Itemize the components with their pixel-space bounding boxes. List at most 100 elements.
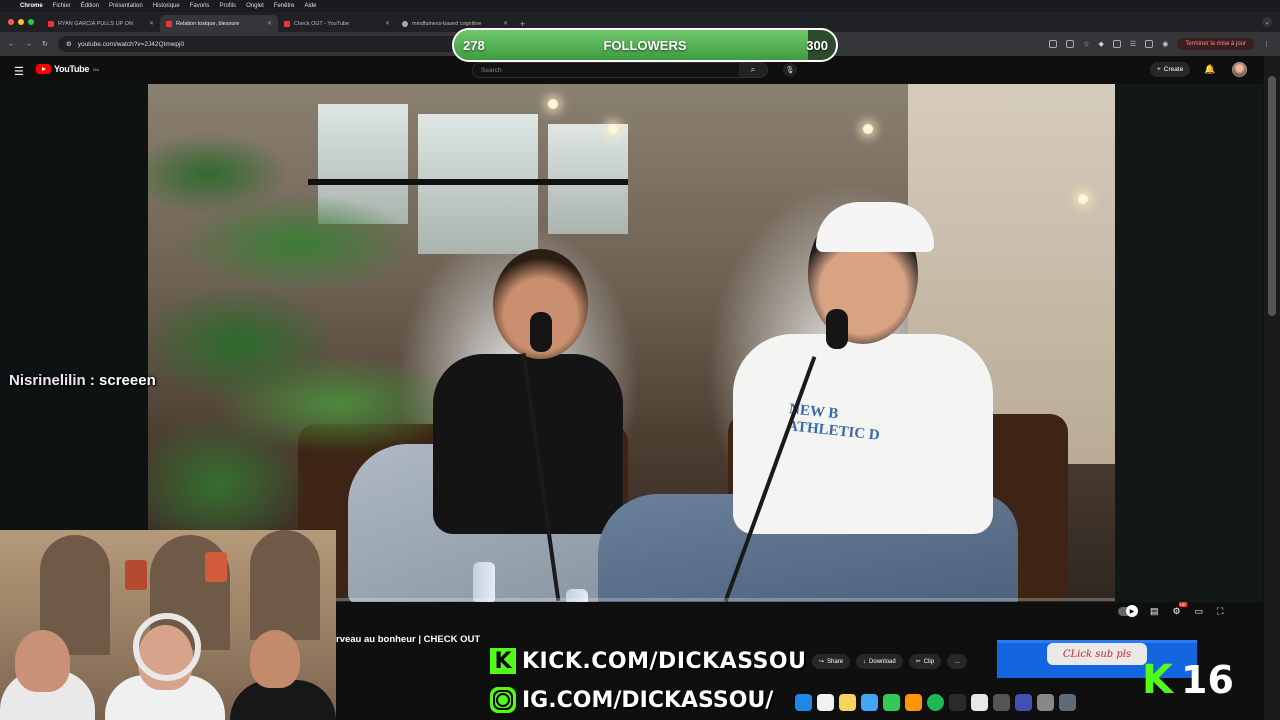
sub-bubble-text: CLick sub pls (1062, 648, 1132, 660)
share-button[interactable]: ↪ Share (812, 654, 851, 669)
menu-aide[interactable]: Aide (304, 3, 316, 9)
menu-chrome[interactable]: Chrome (20, 3, 43, 9)
sub-count-number: 16 (1181, 658, 1234, 702)
white-headset (133, 613, 201, 681)
chat-separator: : (85, 372, 100, 389)
tab-title: RYAN GARCIA PULLS UP ON (58, 20, 133, 27)
scrollbar-thumb[interactable] (1268, 76, 1276, 316)
close-window-button[interactable] (8, 19, 14, 25)
clip-button[interactable]: ✂ Clip (908, 654, 942, 669)
scissors-icon: ✂ (915, 659, 921, 665)
finder-icon[interactable] (1037, 694, 1054, 711)
player-controls: ▤ ⚙HD ▭ ⛶ (1118, 602, 1223, 617)
preview-icon[interactable] (861, 694, 878, 711)
reload-icon[interactable]: ↻ (42, 40, 48, 48)
plus-icon: + (1157, 66, 1161, 73)
search-box[interactable]: Search ⌕ (472, 62, 768, 78)
page-scrollbar[interactable] (1264, 56, 1280, 720)
youtube-favicon-icon (166, 20, 172, 27)
update-button[interactable]: Terminer la mise à jour (1177, 38, 1254, 50)
followers-target: 300 (806, 37, 828, 53)
share-label: Share (827, 658, 844, 665)
settings-gear-icon[interactable]: ⚙ HD (1173, 602, 1187, 617)
close-tab-icon[interactable]: ✕ (503, 20, 508, 27)
browser-tab[interactable]: RYAN GARCIA PULLS UP ON ✕ (42, 15, 160, 32)
search-icon[interactable]: ⌕ (739, 63, 767, 77)
create-label: Create (1163, 66, 1184, 73)
region-code: MA (93, 66, 100, 72)
share-icon: ↪ (819, 659, 825, 665)
more-icon: … (954, 658, 961, 665)
system-settings-icon[interactable] (993, 694, 1010, 711)
download-button[interactable]: ↓ Download (856, 654, 903, 669)
person-right-head (250, 630, 300, 688)
forward-icon[interactable]: → (25, 41, 32, 48)
menu-favoris[interactable]: Favoris (190, 3, 210, 9)
extensions-puzzle-icon[interactable] (1112, 40, 1121, 48)
pages-icon[interactable] (905, 694, 922, 711)
zoom-window-button[interactable] (28, 19, 34, 25)
sub-counter: K 16 (1142, 660, 1234, 700)
close-tab-icon[interactable]: ✕ (267, 20, 272, 27)
podcast-microphone (530, 312, 552, 352)
numbers-icon[interactable] (883, 694, 900, 711)
avatar[interactable] (1232, 62, 1247, 77)
wall-light (1078, 194, 1088, 204)
create-button[interactable]: + Create (1150, 62, 1191, 77)
stickies-icon[interactable] (839, 694, 856, 711)
menu-fichier[interactable]: Fichier (53, 3, 71, 9)
calendar-icon[interactable] (971, 694, 988, 711)
tab-title: Relation toxique, blessure (176, 20, 240, 27)
microphone-icon[interactable]: 🎙 (783, 63, 797, 77)
bookmark-star-icon[interactable]: ☆ (1083, 40, 1089, 48)
minimize-window-button[interactable] (18, 19, 24, 25)
more-actions-button[interactable]: … (947, 654, 968, 669)
subtitles-icon[interactable]: ▤ (1150, 606, 1159, 617)
kick-url-overlay: K KICK.COM/DICKASSOU (490, 648, 807, 674)
hamburger-menu-icon[interactable]: ☰ (14, 65, 24, 78)
player-left-letterbox (0, 84, 148, 530)
podcast-microphone (826, 309, 848, 349)
menu-onglet[interactable]: Onglet (246, 3, 264, 9)
spotify-icon[interactable] (927, 694, 944, 711)
split-view-icon[interactable] (1145, 40, 1154, 48)
menu-profils[interactable]: Profils (219, 3, 236, 9)
theater-mode-icon[interactable]: ▭ (1195, 606, 1204, 617)
browser-tab-active[interactable]: Relation toxique, blessure ✕ (160, 15, 278, 32)
tab-search-icon[interactable]: ⌄ (1262, 17, 1272, 27)
translate-icon[interactable] (1066, 40, 1075, 48)
video-player[interactable]: NEW B ATHLETIC D (148, 84, 1115, 602)
person-left-head (15, 630, 70, 692)
video-progress-bar[interactable] (336, 598, 1115, 601)
notifications-bell-icon[interactable]: 🔔 (1204, 64, 1215, 75)
menu-edition[interactable]: Édition (81, 3, 99, 9)
obs-icon[interactable] (949, 694, 966, 711)
toolbar-right: ☆ ◆ ☰ ◉ Terminer la mise à jour ⋮ (1049, 38, 1280, 50)
app-icon[interactable] (1015, 694, 1032, 711)
install-app-icon[interactable] (1049, 40, 1058, 48)
autoplay-toggle[interactable] (1118, 605, 1138, 617)
instagram-logo-icon (490, 687, 516, 713)
sidebar-icon[interactable]: ☰ (1130, 40, 1136, 48)
menu-historique[interactable]: Historique (153, 3, 180, 9)
close-tab-icon[interactable]: ✕ (149, 20, 154, 27)
app-icon[interactable] (1059, 694, 1076, 711)
followers-goal-bar: 278 FOLLOWERS 300 (452, 28, 838, 62)
extension-icon[interactable]: ◆ (1099, 40, 1104, 48)
menu-fenetre[interactable]: Fenêtre (274, 3, 295, 9)
mac-menu-bar: Chrome Fichier Édition Présentation Hist… (0, 0, 1280, 12)
app-store-icon[interactable] (795, 694, 812, 711)
profile-icon[interactable]: ◉ (1162, 40, 1168, 48)
chat-text: screeen (99, 372, 156, 389)
close-tab-icon[interactable]: ✕ (385, 20, 390, 27)
back-icon[interactable]: ← (8, 41, 15, 48)
notes-icon[interactable] (817, 694, 834, 711)
video-title: rveau au bonheur | CHECK OUT (336, 634, 481, 645)
search-input[interactable]: Search (473, 67, 739, 74)
fullscreen-icon[interactable]: ⛶ (1217, 606, 1223, 617)
site-info-icon[interactable]: ⚙ (66, 40, 72, 48)
browser-tab[interactable]: Check OUT - YouTube ✕ (278, 15, 396, 32)
youtube-logo[interactable]: YouTube MA (36, 64, 99, 74)
chrome-menu-icon[interactable]: ⋮ (1263, 40, 1270, 48)
menu-presentation[interactable]: Présentation (109, 3, 143, 9)
